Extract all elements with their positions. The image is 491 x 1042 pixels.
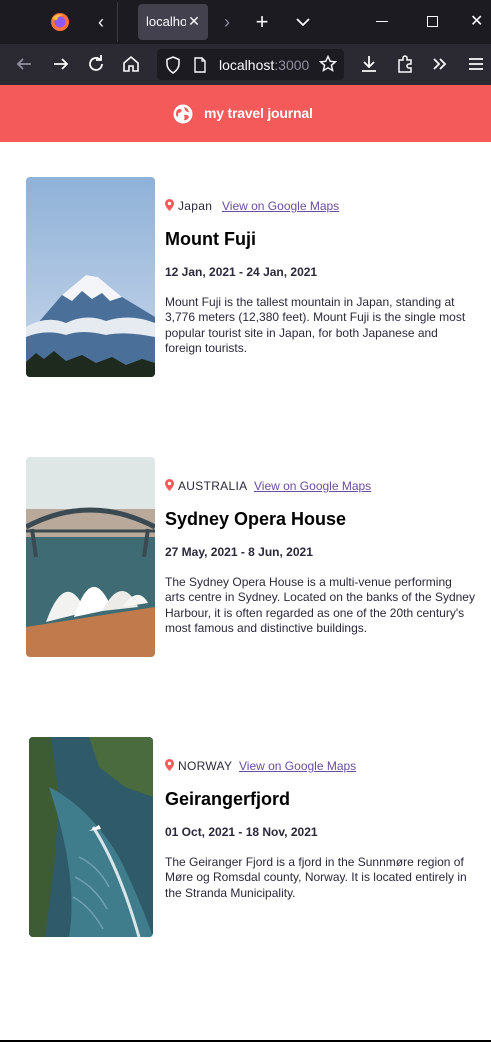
maximize-window-icon[interactable]	[427, 16, 438, 27]
browser-tab-bar: ‹ localhost ✕ › + ✕	[0, 0, 491, 44]
location-pin-icon	[165, 759, 174, 771]
tab-title: localhost	[146, 14, 186, 29]
entry-dates: 01 Oct, 2021 - 18 Nov, 2021	[165, 825, 318, 839]
shield-icon[interactable]	[165, 56, 181, 74]
google-maps-link[interactable]: View on Google Maps	[254, 479, 371, 493]
entry-photo-sydney-opera-house	[26, 457, 155, 657]
entry-dates: 12 Jan, 2021 - 24 Jan, 2021	[165, 265, 318, 279]
google-maps-link[interactable]: View on Google Maps	[222, 199, 339, 213]
extensions-icon[interactable]	[393, 52, 417, 76]
browser-nav-bar: localhost:3000	[0, 44, 491, 85]
globe-icon	[173, 104, 193, 124]
entry-country: Japan	[178, 199, 213, 213]
url-text: localhost:3000	[219, 57, 309, 73]
downloads-icon[interactable]	[357, 52, 381, 76]
location-pin-icon	[165, 199, 174, 211]
firefox-logo-icon[interactable]	[50, 12, 70, 32]
list-all-tabs-icon[interactable]	[292, 10, 314, 34]
entry-country: AUSTRALIA	[178, 479, 248, 493]
tab-separator	[117, 2, 118, 42]
entry-photo-mount-fuji	[26, 177, 155, 377]
entry-title: Mount Fuji	[165, 229, 256, 249]
reload-icon[interactable]	[84, 52, 108, 76]
minimize-window-icon[interactable]	[376, 21, 388, 22]
entry-description: The Sydney Opera House is a multi-venue …	[165, 575, 475, 635]
active-tab[interactable]: localhost ✕	[138, 4, 208, 40]
app-header: my travel journal	[0, 85, 491, 142]
new-tab-icon[interactable]: +	[250, 8, 274, 36]
entry-title: Sydney Opera House	[165, 509, 347, 529]
tab-scroll-right-icon[interactable]: ›	[216, 10, 238, 34]
location-pin-icon	[165, 479, 174, 491]
tab-scroll-left-icon[interactable]: ‹	[88, 10, 114, 34]
url-bar[interactable]: localhost:3000	[157, 49, 344, 80]
page-info-icon[interactable]	[193, 57, 207, 73]
journal-entry: Japan View on Google Maps Mount Fuji 12 …	[0, 177, 491, 377]
entry-dates: 27 May, 2021 - 8 Jun, 2021	[165, 545, 313, 559]
tab-close-icon[interactable]: ✕	[186, 12, 202, 30]
journal-entry: AUSTRALIA View on Google Maps Sydney Ope…	[0, 457, 491, 657]
hamburger-menu-icon[interactable]	[464, 52, 488, 76]
more-tools-icon[interactable]	[428, 52, 452, 76]
app-title: my travel journal	[204, 105, 313, 121]
google-maps-link[interactable]: View on Google Maps	[239, 759, 356, 773]
url-port: :3000	[274, 57, 310, 73]
entry-country: NORWAY	[178, 759, 233, 773]
back-arrow-icon[interactable]	[12, 52, 36, 76]
entry-description: Mount Fuji is the tallest mountain in Ja…	[165, 295, 466, 355]
home-icon[interactable]	[119, 52, 143, 76]
forward-arrow-icon[interactable]	[49, 52, 73, 76]
bookmark-star-icon[interactable]	[319, 55, 337, 73]
journal-entry: NORWAY View on Google Maps Geirangerfjor…	[0, 737, 491, 937]
close-window-icon[interactable]: ✕	[470, 12, 490, 32]
entry-description: The Geiranger Fjord is a fjord in the Su…	[165, 855, 467, 900]
entry-title: Geirangerfjord	[165, 789, 291, 809]
url-host: localhost	[219, 57, 275, 73]
entry-photo-geirangerfjord	[29, 737, 153, 937]
